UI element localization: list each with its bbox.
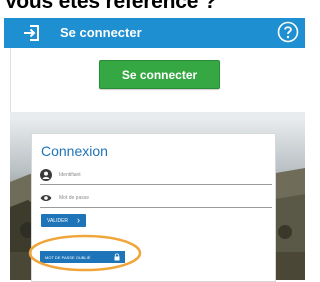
lock-icon [114, 253, 120, 261]
password-field [40, 189, 272, 208]
help-icon[interactable] [277, 21, 299, 43]
login-form-card: Connexion VALIDER › MOT DE PASSE OUBLIÉ [31, 133, 276, 282]
form-title: Connexion [41, 143, 108, 159]
chevron-right-icon: › [77, 215, 80, 225]
connect-button[interactable]: Se connecter [99, 60, 220, 89]
identifier-field [40, 166, 272, 185]
user-icon [40, 169, 52, 181]
login-icon [24, 25, 39, 41]
app-header: Se connecter [4, 18, 305, 48]
password-input[interactable] [59, 191, 259, 205]
identifier-input[interactable] [59, 168, 259, 182]
forgot-password-button[interactable]: MOT DE PASSE OUBLIÉ [40, 251, 125, 263]
forgot-password-label: MOT DE PASSE OUBLIÉ [45, 254, 91, 260]
submit-button[interactable]: VALIDER › [41, 214, 86, 227]
eye-icon [40, 195, 52, 201]
submit-label: VALIDER [47, 217, 69, 224]
header-title: Se connecter [60, 25, 142, 40]
login-prompt-panel: Se connecter [10, 48, 306, 112]
page-caption: Vous êtes référencé ? [4, 0, 217, 13]
